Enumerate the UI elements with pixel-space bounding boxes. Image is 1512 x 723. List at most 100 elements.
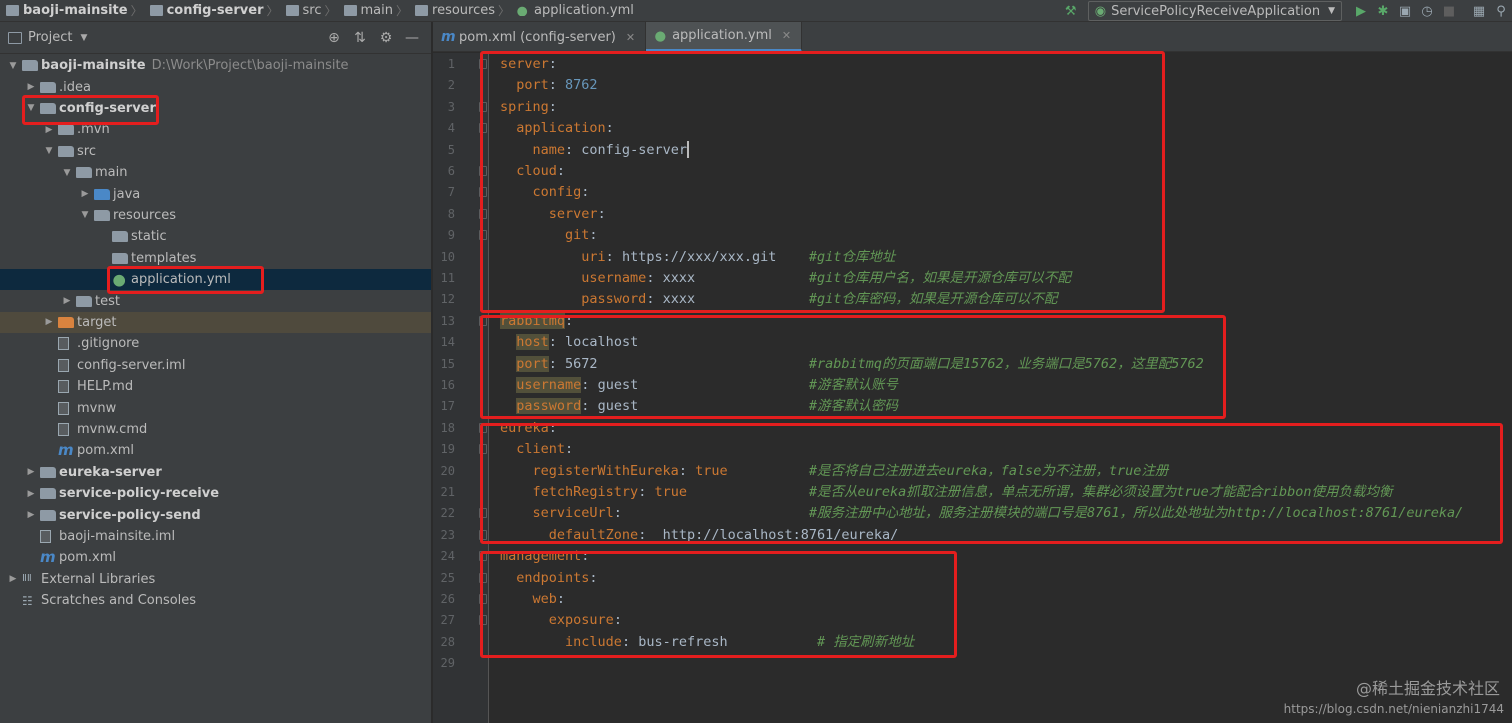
tree-item-label: resources [113,207,177,223]
folder-icon [76,167,92,179]
highlight-box-management [480,551,957,658]
resources-folder-icon [94,209,110,221]
close-icon[interactable]: ✕ [626,31,635,44]
editor-tabs: m pom.xml (config-server) ✕ application.yml… [433,22,1512,52]
search-everywhere-icon[interactable]: ⚲ [1490,0,1512,22]
tree-item[interactable]: ▶ eureka-server [0,462,431,483]
tree-item[interactable]: mvnw.cmd [0,419,431,440]
folder-icon [112,252,128,264]
tree-item[interactable]: static [0,226,431,247]
editor-tab[interactable]: application.yml ✕ [646,22,803,52]
tree-item[interactable]: ▶ service-policy-receive [0,483,431,504]
locate-file-icon[interactable]: ⊕ [321,26,347,50]
line-number: 12 [440,292,455,307]
collapsed-arrow-icon[interactable]: ▶ [42,125,56,135]
breadcrumb-item[interactable]: config-server [146,0,264,22]
run-icon[interactable]: ▶ [1350,0,1372,22]
tree-item[interactable]: ☷ Scratches and Consoles [0,590,431,611]
editor-tab[interactable]: m pom.xml (config-server) ✕ [433,22,647,52]
cmd-file-icon [58,422,69,436]
line-number: 29 [440,656,455,671]
breadcrumb-item[interactable]: resources [411,0,495,22]
hide-panel-icon[interactable]: — [399,26,425,50]
tree-item[interactable]: ▶ target [0,311,431,334]
collapsed-arrow-icon[interactable]: ▶ [24,82,38,92]
project-structure-icon[interactable]: ▦ [1468,0,1490,22]
breadcrumb-item[interactable]: application.yml [513,0,634,22]
tree-item-label: mvnw.cmd [77,421,148,437]
line-number: 24 [440,549,455,564]
project-view-icon [8,31,22,44]
breadcrumb-separator-icon: 〉 [266,4,279,18]
tree-item[interactable]: ▼ src [0,141,431,162]
tree-item[interactable]: ▼ main [0,162,431,183]
tree-item[interactable]: config-server.iml [0,355,431,376]
line-number: 17 [440,399,455,414]
collapsed-arrow-icon[interactable]: ▶ [24,467,38,477]
tree-item[interactable]: baoji-mainsite.iml [0,526,431,547]
chevron-down-icon[interactable]: ▼ [80,33,87,43]
collapsed-arrow-icon[interactable]: ▶ [24,489,38,499]
tree-item-label: src [77,143,96,159]
tree-item-label: java [113,186,141,202]
run-toolbar: ⚒ ◉ ServicePolicyReceiveApplication ▼ ▶ … [1060,0,1512,22]
folder-icon [76,295,92,307]
tree-item[interactable]: ▶ ⅡⅡ External Libraries [0,569,431,590]
line-number: 2 [447,78,455,93]
profile-icon[interactable]: ◷ [1416,0,1438,22]
breadcrumb-label: application.yml [534,3,634,18]
tree-item-label: eureka-server [59,464,162,480]
expanded-arrow-icon[interactable]: ▼ [42,146,56,156]
tree-item-label: External Libraries [41,571,156,587]
folder-icon [58,145,74,157]
tree-item-label: pom.xml [59,550,116,566]
line-number: 4 [447,121,455,136]
highlight-box-project-file [107,266,264,294]
breadcrumb-item[interactable]: src [282,0,322,22]
gear-icon[interactable]: ⚙ [373,26,399,50]
line-number: 5 [447,142,455,157]
module-folder-icon [40,466,56,478]
line-number: 7 [447,185,455,200]
debug-icon[interactable]: ✱ [1372,0,1394,22]
folder-icon [58,124,74,136]
tree-item-label: target [77,314,117,330]
collapse-all-icon[interactable]: ⇅ [347,26,373,50]
expanded-arrow-icon[interactable]: ▼ [6,61,20,71]
tree-item[interactable]: ▶ service-policy-send [0,504,431,525]
collapsed-arrow-icon[interactable]: ▶ [24,510,38,520]
watermark-url: https://blog.csdn.net/nienianzhi1744 [1283,702,1504,716]
iml-file-icon [40,529,51,543]
tree-item[interactable]: m pom.xml [0,547,431,568]
stop-icon[interactable]: ■ [1438,0,1460,22]
excluded-folder-icon [58,316,74,328]
collapsed-arrow-icon[interactable]: ▶ [78,189,92,199]
collapsed-arrow-icon[interactable]: ▶ [42,317,56,327]
tree-item[interactable]: ▼ resources [0,205,431,226]
build-hammer-icon[interactable]: ⚒ [1060,0,1082,22]
breadcrumb-label: baoji-mainsite [23,3,128,18]
expanded-arrow-icon[interactable]: ▼ [60,168,74,178]
tree-item[interactable]: ▼ baoji-mainsite D:\Work\Project\baoji-mai… [0,55,431,76]
tree-item[interactable]: .gitignore [0,333,431,354]
run-configuration-select[interactable]: ◉ ServicePolicyReceiveApplication ▼ [1087,1,1342,21]
highlight-box-rabbitmq [480,315,1226,419]
expanded-arrow-icon[interactable]: ▼ [78,210,92,220]
tree-item[interactable]: m pom.xml [0,440,431,461]
tree-item[interactable]: HELP.md [0,376,431,397]
tree-item[interactable]: ▶ java [0,183,431,204]
coverage-icon[interactable]: ▣ [1394,0,1416,22]
collapsed-arrow-icon[interactable]: ▶ [6,574,20,584]
breadcrumb-item[interactable]: main [340,0,393,22]
breadcrumb-item[interactable]: baoji-mainsite [2,0,128,22]
close-icon[interactable]: ✕ [782,29,791,42]
line-number: 18 [440,420,455,435]
line-number: 26 [440,592,455,606]
tree-item[interactable]: mvnw [0,397,431,418]
folder-icon [6,5,19,16]
project-panel-title[interactable]: Project [28,30,72,45]
tree-item-label: .gitignore [77,336,140,352]
tree-item-label: templates [131,250,197,266]
tree-item-label: static [131,229,167,245]
collapsed-arrow-icon[interactable]: ▶ [60,296,74,306]
